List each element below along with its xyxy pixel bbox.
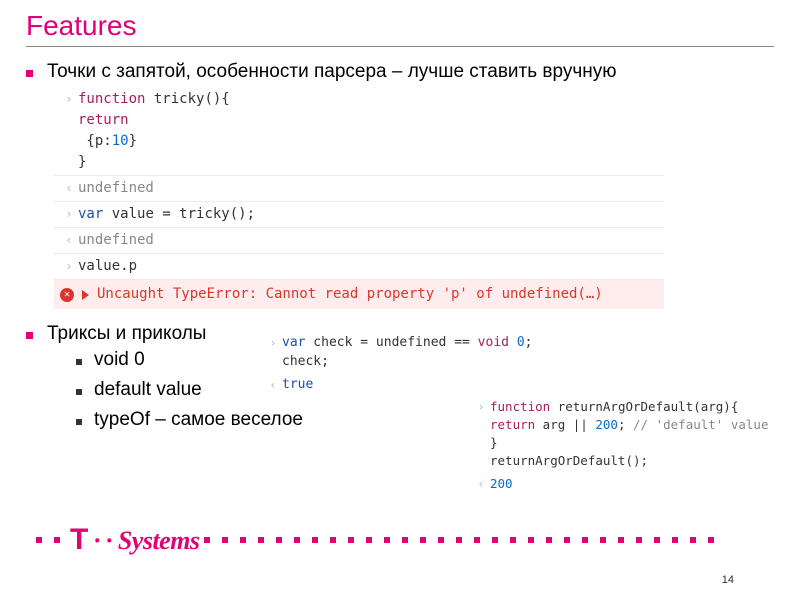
- page-number: 14: [722, 574, 734, 586]
- dot-icon: [690, 537, 696, 543]
- sub-bullet-text: void 0: [94, 349, 145, 371]
- sub-bullet-marker: [76, 419, 82, 425]
- dot-icon: [240, 537, 246, 543]
- console-row: ‹ true: [258, 374, 538, 397]
- bullet-1-text: Точки с запятой, особенности парсера – л…: [47, 61, 617, 83]
- dot-icon: [348, 537, 354, 543]
- dot-icon: [654, 537, 660, 543]
- console-block-2: › var check = undefined == void 0; check…: [258, 332, 538, 397]
- console-row: ‹ undefined: [54, 227, 664, 253]
- code-line: var value = tricky();: [78, 204, 658, 225]
- prompt-out-icon: ‹: [264, 376, 282, 394]
- dot-icon: [258, 537, 264, 543]
- prompt-in-icon: ›: [472, 398, 490, 416]
- output-line: undefined: [78, 178, 658, 199]
- dot-icon: [672, 537, 678, 543]
- dot-icon: [384, 537, 390, 543]
- dot-icon: [312, 537, 318, 543]
- error-triangle-icon: [82, 290, 89, 300]
- output-line: undefined: [78, 230, 658, 251]
- sub-bullet-marker: [76, 389, 82, 395]
- dot-icon: [618, 537, 624, 543]
- dot-icon: [546, 537, 552, 543]
- dot-icon: [420, 537, 426, 543]
- prompt-out-icon: ‹: [60, 230, 78, 249]
- dot-icon: [456, 537, 462, 543]
- dot-icon: [204, 537, 210, 543]
- prompt-in-icon: ›: [60, 89, 78, 108]
- prompt-in-icon: ›: [60, 204, 78, 223]
- error-icon: ✕: [60, 288, 74, 302]
- code-line: function returnArgOrDefault(arg){ return…: [490, 398, 780, 471]
- dot-icon: [222, 537, 228, 543]
- dot-icon: [474, 537, 480, 543]
- console-row: › var check = undefined == void 0; check…: [258, 332, 538, 374]
- code-line: value.p: [78, 256, 658, 277]
- dot-icon: [528, 537, 534, 543]
- dot-icon: [510, 537, 516, 543]
- error-text: Uncaught TypeError: Cannot read property…: [97, 284, 603, 305]
- dot-icon: [330, 537, 336, 543]
- dot-icon: [492, 537, 498, 543]
- bullet-2-text: Триксы и приколы: [47, 323, 206, 345]
- console-block-1: › function tricky(){ return {p:10} } ‹ u…: [54, 87, 664, 309]
- dot-icon: [582, 537, 588, 543]
- code-line: var check = undefined == void 0; check;: [282, 334, 532, 372]
- title-underline: [26, 46, 774, 47]
- console-block-3: › function returnArgOrDefault(arg){ retu…: [466, 396, 786, 495]
- console-row: › function returnArgOrDefault(arg){ retu…: [466, 396, 786, 473]
- console-row: › var value = tricky();: [54, 201, 664, 227]
- bullet-marker: [26, 70, 33, 77]
- dot-icon: [402, 537, 408, 543]
- sub-bullet-marker: [76, 359, 82, 365]
- dot-icon: [600, 537, 606, 543]
- dot-icon: [366, 537, 372, 543]
- code-line: function tricky(){ return {p:10} }: [78, 89, 658, 173]
- sub-bullet-text: typeOf – самое веселое: [94, 409, 303, 431]
- console-row: ‹ undefined: [54, 175, 664, 201]
- prompt-in-icon: ›: [264, 334, 282, 352]
- prompt-out-icon: ‹: [60, 178, 78, 197]
- dot-icon: [708, 537, 714, 543]
- slide-title: Features: [0, 0, 800, 46]
- console-row: › value.p: [54, 253, 664, 279]
- output-line: 200: [490, 475, 780, 493]
- footer: T · · Systems: [36, 528, 770, 552]
- dot-icon: [564, 537, 570, 543]
- bullet-1: Точки с запятой, особенности парсера – л…: [26, 61, 800, 83]
- dot-icon: [36, 537, 42, 543]
- dot-icon: [294, 537, 300, 543]
- dot-icon: [54, 537, 60, 543]
- console-row: ‹ 200: [466, 473, 786, 495]
- dot-icon: [438, 537, 444, 543]
- prompt-in-icon: ›: [60, 256, 78, 275]
- prompt-out-icon: ‹: [472, 475, 490, 493]
- console-error-row: ✕ Uncaught TypeError: Cannot read proper…: [54, 279, 664, 309]
- console-row: › function tricky(){ return {p:10} }: [54, 87, 664, 175]
- dot-icon: [636, 537, 642, 543]
- sub-bullet-text: default value: [94, 379, 202, 401]
- dot-icon: [276, 537, 282, 543]
- output-line: true: [282, 376, 532, 395]
- logo: T · · Systems: [70, 523, 200, 557]
- bullet-marker: [26, 332, 33, 339]
